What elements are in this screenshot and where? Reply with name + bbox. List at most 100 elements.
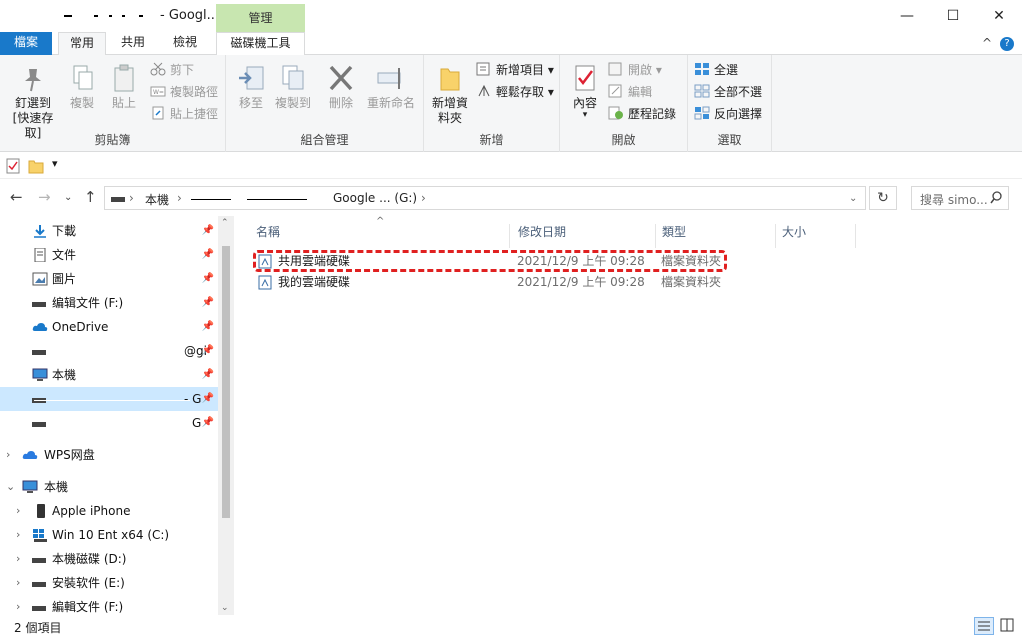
table-row[interactable]: 我的雲端硬碟 2021/12/9 上午 09:28 檔案資料夾 bbox=[252, 272, 732, 293]
drive-icon bbox=[32, 556, 48, 570]
column-header-size[interactable]: 大小 bbox=[776, 224, 856, 248]
tab-share[interactable]: 共用 bbox=[110, 32, 156, 55]
scroll-up-icon[interactable]: ⌃ bbox=[221, 218, 229, 228]
nav-item-drive-d[interactable]: › 本機磁碟 (D:) bbox=[0, 547, 218, 571]
nav-item-label: 编辑文件 (F:) bbox=[52, 296, 124, 310]
column-header-type[interactable]: 類型 bbox=[656, 224, 776, 248]
nav-item-pictures[interactable]: 圖片 📌 bbox=[0, 267, 218, 291]
tab-view[interactable]: 檢視 bbox=[162, 32, 208, 55]
pin-icon: 📌 bbox=[201, 273, 214, 284]
copy-path-button[interactable]: W= 複製路徑 bbox=[150, 82, 218, 102]
edit-button[interactable]: 編輯 bbox=[608, 82, 652, 102]
tab-home[interactable]: 常用 bbox=[58, 32, 106, 56]
back-arrow-icon[interactable]: ← bbox=[10, 188, 23, 206]
status-bar: 2 個項目 bbox=[0, 615, 1022, 637]
new-folder-qat-icon[interactable] bbox=[28, 158, 44, 174]
select-all-icon bbox=[694, 62, 710, 76]
collapse-ribbon-button[interactable]: ^ bbox=[982, 36, 992, 50]
column-header-name[interactable]: 名稱 bbox=[250, 224, 510, 248]
new-folder-button[interactable]: 新增資料夾 bbox=[428, 63, 472, 126]
large-icons-view-button[interactable] bbox=[998, 617, 1018, 635]
nav-item-label: Win 10 Ent x64 (C:) bbox=[52, 528, 170, 542]
tab-drive-tools[interactable]: 磁碟機工具 bbox=[216, 32, 305, 55]
maximize-button[interactable]: ☐ bbox=[930, 0, 976, 32]
properties-qat-icon[interactable] bbox=[6, 158, 20, 174]
copy-path-label: 複製路徑 bbox=[170, 85, 219, 99]
nav-item-label: 下載 bbox=[52, 224, 77, 238]
copy-to-label: 複製到 bbox=[274, 96, 311, 110]
customize-qat-dropdown-icon[interactable]: ▾ bbox=[52, 157, 58, 170]
select-none-button[interactable]: 全部不選 bbox=[694, 82, 762, 102]
chevron-down-icon: ⌄ bbox=[6, 480, 16, 493]
nav-item-drive-c[interactable]: › Win 10 Ent x64 (C:) bbox=[0, 523, 218, 547]
scroll-thumb[interactable] bbox=[222, 246, 230, 518]
move-to-button[interactable]: 移至 bbox=[234, 63, 268, 111]
select-group-label: 選取 bbox=[717, 133, 742, 147]
nav-item-this-pc[interactable]: ⌄ 本機 bbox=[0, 475, 218, 499]
nav-item-documents[interactable]: 文件 📌 bbox=[0, 243, 218, 267]
help-button[interactable]: ? bbox=[1000, 37, 1014, 51]
windows-drive-icon bbox=[32, 528, 48, 542]
nav-item-wps[interactable]: › WPS网盘 bbox=[0, 443, 218, 467]
nav-item-iphone[interactable]: › Apple iPhone bbox=[0, 499, 218, 523]
close-button[interactable]: ✕ bbox=[976, 0, 1022, 32]
minimize-button[interactable]: — bbox=[884, 0, 930, 32]
recent-locations-chevron-icon[interactable]: ⌄ bbox=[64, 192, 72, 203]
open-group-label: 開啟 bbox=[611, 133, 636, 147]
shortcut-folder-icon bbox=[258, 275, 272, 290]
paste-button[interactable]: 貼上 bbox=[104, 63, 144, 111]
chevron-up-icon: ^ bbox=[981, 36, 992, 50]
drive-icon bbox=[32, 420, 48, 434]
rename-label: 重新命名 bbox=[366, 96, 415, 110]
search-input[interactable]: 搜尋 simo... bbox=[911, 186, 1009, 210]
tab-file[interactable]: 檔案 bbox=[0, 32, 52, 55]
breadcrumb-this-pc[interactable]: 本機 bbox=[145, 191, 169, 208]
group-new: 新增資料夾 新增項目 ▾ 輕鬆存取 ▾ 新增 bbox=[424, 55, 560, 152]
scissors-icon bbox=[150, 62, 166, 76]
nav-item-google-drive-2[interactable]: G 📌 bbox=[0, 411, 218, 435]
details-view-button[interactable] bbox=[974, 617, 994, 635]
forward-arrow-icon[interactable]: → bbox=[38, 188, 51, 206]
copy-label: 複製 bbox=[69, 96, 94, 110]
cut-button[interactable]: 剪下 bbox=[150, 60, 194, 80]
history-button[interactable]: 歷程記錄 bbox=[608, 104, 676, 124]
nav-item-downloads[interactable]: 下載 📌 bbox=[0, 219, 218, 243]
up-arrow-icon[interactable]: ↑ bbox=[84, 188, 97, 206]
invert-selection-button[interactable]: 反向選擇 bbox=[694, 104, 762, 124]
phone-icon bbox=[34, 504, 50, 518]
address-dropdown-icon[interactable]: ⌄ bbox=[849, 193, 857, 204]
nav-item-onedrive[interactable]: OneDrive 📌 bbox=[0, 315, 218, 339]
scroll-down-icon[interactable]: ⌄ bbox=[221, 603, 229, 613]
nav-item-google-drive-selected[interactable]: - G 📌 bbox=[0, 387, 218, 411]
column-header-modified[interactable]: 修改日期 bbox=[512, 224, 656, 248]
nav-scrollbar[interactable]: ⌃ ⌄ bbox=[218, 216, 234, 615]
open-button[interactable]: 開啟 ▾ bbox=[608, 60, 662, 80]
paste-shortcut-button[interactable]: 貼上捷徑 bbox=[150, 104, 218, 124]
nav-item-drive-e[interactable]: › 安裝软件 (E:) bbox=[0, 571, 218, 595]
pin-quick-access-button[interactable]: 釘選到 [快速存取] bbox=[6, 63, 60, 141]
address-bar[interactable]: › 本機 › Google ... (G:) › ⌄ bbox=[104, 186, 866, 210]
delete-button[interactable]: 刪除 bbox=[324, 63, 358, 111]
nav-item-this-pc-quick[interactable]: 本機 📌 bbox=[0, 363, 218, 387]
paste-icon bbox=[108, 63, 140, 93]
nav-item-label: 圖片 bbox=[52, 272, 77, 286]
cloud-icon bbox=[22, 448, 38, 462]
properties-button[interactable]: 內容 ▾ bbox=[566, 63, 604, 120]
search-icon bbox=[990, 191, 1002, 205]
refresh-icon: ↻ bbox=[877, 190, 889, 206]
nav-item-google-drive-1[interactable]: @gi 📌 bbox=[0, 339, 218, 363]
rename-button[interactable]: 重新命名 bbox=[362, 63, 420, 111]
copy-button[interactable]: 複製 bbox=[62, 63, 102, 111]
nav-item-drive-f[interactable]: 编辑文件 (F:) 📌 bbox=[0, 291, 218, 315]
easy-access-button[interactable]: 輕鬆存取 ▾ bbox=[476, 82, 554, 102]
new-item-button[interactable]: 新增項目 ▾ bbox=[476, 60, 554, 80]
ribbon-tab-row: 檔案 常用 共用 檢視 磁碟機工具 bbox=[0, 32, 1022, 56]
refresh-button[interactable]: ↻ bbox=[869, 186, 897, 210]
nav-item-label: 本機 bbox=[52, 368, 77, 382]
copy-to-button[interactable]: 複製到 bbox=[272, 63, 314, 111]
select-all-button[interactable]: 全選 bbox=[694, 60, 738, 80]
breadcrumb-drive[interactable]: Google ... (G:) bbox=[333, 191, 417, 205]
item-count: 2 個項目 bbox=[14, 621, 62, 635]
minimize-icon: — bbox=[900, 8, 914, 24]
download-arrow-icon bbox=[32, 224, 48, 238]
